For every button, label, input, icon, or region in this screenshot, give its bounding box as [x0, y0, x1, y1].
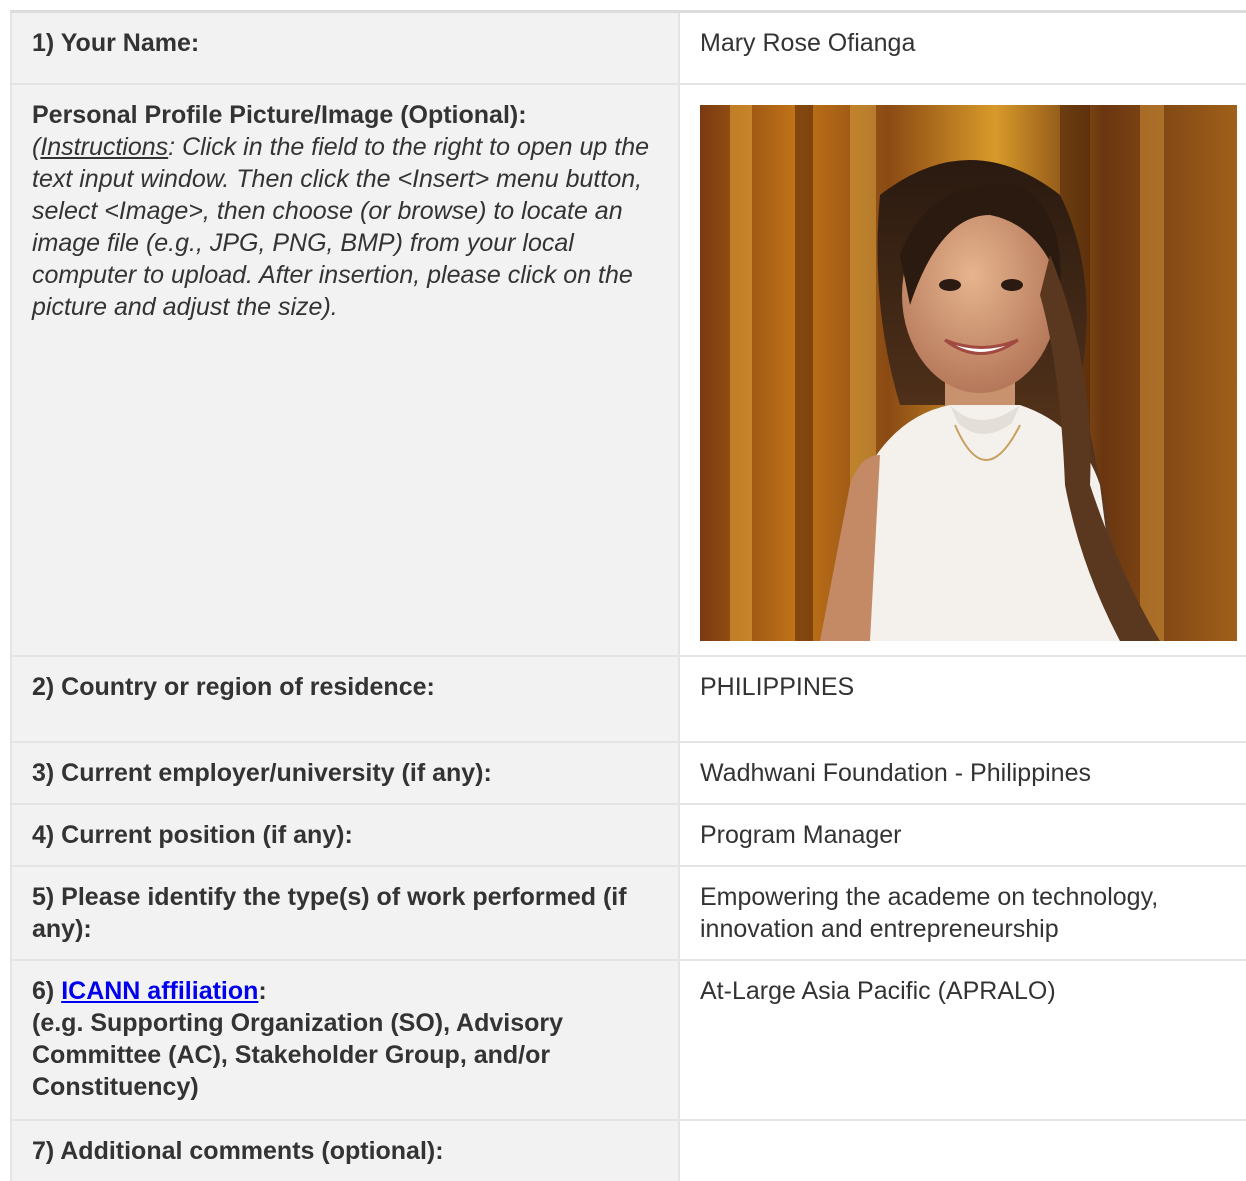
employer-value: Wadhwani Foundation - Philippines	[678, 740, 1246, 805]
icann-value: At-Large Asia Pacific (APRALO)	[678, 958, 1246, 1121]
photo-cell[interactable]	[678, 82, 1246, 657]
icann-colon: :	[258, 976, 267, 1005]
name-value: Mary Rose Ofianga	[678, 10, 1246, 85]
comments-value[interactable]	[678, 1118, 1246, 1181]
instructions-word: Instructions	[40, 132, 169, 161]
country-label: 2) Country or region of residence:	[10, 654, 680, 743]
photo-label-cell: Personal Profile Picture/Image (Optional…	[10, 82, 680, 657]
name-label: 1) Your Name:	[10, 10, 680, 85]
photo-instructions: (Instructions: Click in the field to the…	[32, 131, 658, 323]
row-icann: 6) ICANN affiliation: (e.g. Supporting O…	[10, 958, 1246, 1121]
application-form-table: 1) Your Name: Mary Rose Ofianga Personal…	[10, 10, 1246, 1181]
position-value: Program Manager	[678, 802, 1246, 867]
photo-label: Personal Profile Picture/Image (Optional…	[32, 100, 527, 129]
row-country: 2) Country or region of residence: PHILI…	[10, 654, 1246, 743]
comments-label: 7) Additional comments (optional):	[10, 1118, 680, 1181]
row-employer: 3) Current employer/university (if any):…	[10, 740, 1246, 805]
row-name: 1) Your Name: Mary Rose Ofianga	[10, 10, 1246, 85]
row-work: 5) Please identify the type(s) of work p…	[10, 864, 1246, 961]
row-photo: Personal Profile Picture/Image (Optional…	[10, 82, 1246, 657]
icann-label-cell: 6) ICANN affiliation: (e.g. Supporting O…	[10, 958, 680, 1121]
position-label: 4) Current position (if any):	[10, 802, 680, 867]
row-comments: 7) Additional comments (optional):	[10, 1118, 1246, 1181]
row-position: 4) Current position (if any): Program Ma…	[10, 802, 1246, 867]
country-value: PHILIPPINES	[678, 654, 1246, 743]
work-value: Empowering the academe on technology, in…	[678, 864, 1246, 961]
work-label: 5) Please identify the type(s) of work p…	[10, 864, 680, 961]
icann-affiliation-link[interactable]: ICANN affiliation	[61, 977, 258, 1005]
employer-label: 3) Current employer/university (if any):	[10, 740, 680, 805]
profile-photo	[700, 104, 1237, 641]
icann-prefix: 6)	[32, 976, 62, 1005]
icann-detail: (e.g. Supporting Organization (SO), Advi…	[32, 1008, 564, 1101]
